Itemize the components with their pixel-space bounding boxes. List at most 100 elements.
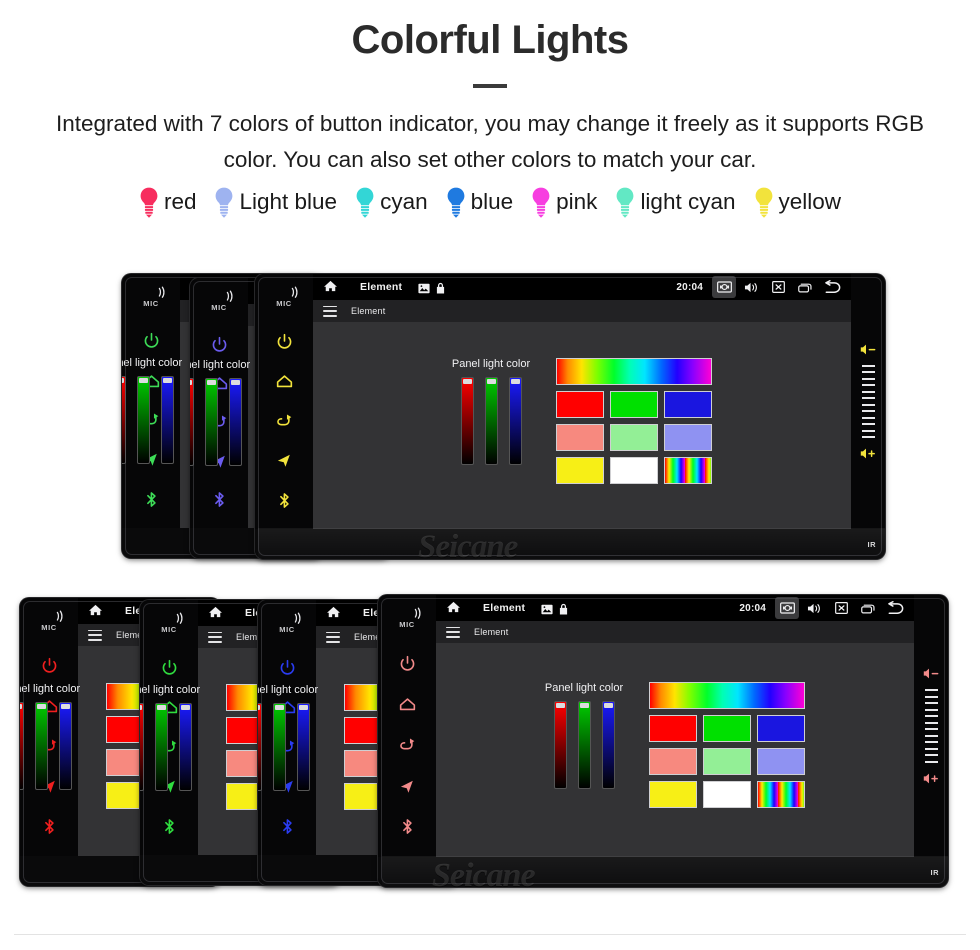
slider-knob[interactable] [258, 704, 260, 710]
status-home-icon[interactable] [445, 599, 463, 617]
volume-button[interactable] [802, 597, 826, 619]
status-home-icon[interactable] [207, 604, 225, 622]
green-slider[interactable] [154, 702, 168, 791]
slider-knob[interactable] [60, 704, 70, 709]
slider-knob[interactable] [180, 704, 190, 710]
close-button[interactable] [766, 276, 790, 298]
screenshot-button[interactable] [775, 597, 799, 619]
green-slider[interactable] [136, 376, 150, 464]
power-key[interactable] [275, 333, 294, 352]
green-slider[interactable] [577, 701, 591, 789]
close-button[interactable] [829, 597, 853, 619]
status-home-icon[interactable] [325, 604, 343, 622]
slider-knob[interactable] [462, 378, 472, 384]
color-swatch[interactable] [649, 715, 698, 742]
color-swatch[interactable] [757, 715, 806, 742]
blue-slider[interactable] [508, 376, 522, 465]
power-key[interactable] [398, 655, 417, 674]
slider-knob[interactable] [156, 704, 166, 710]
color-swatch[interactable] [649, 748, 698, 775]
slider-knob[interactable] [555, 703, 565, 708]
red-slider[interactable] [553, 701, 567, 789]
slider-knob[interactable] [298, 704, 308, 710]
slider-knob[interactable] [162, 378, 172, 383]
volume-button[interactable] [739, 276, 763, 298]
color-swatch[interactable] [703, 748, 752, 775]
slider-knob[interactable] [230, 380, 240, 385]
red-slider[interactable] [20, 702, 24, 790]
color-swatch[interactable] [664, 456, 713, 484]
blue-slider[interactable] [58, 702, 72, 790]
red-slider[interactable] [122, 376, 126, 464]
hamburger-icon[interactable] [446, 626, 460, 638]
color-swatch[interactable] [757, 748, 806, 775]
slider-knob[interactable] [36, 704, 46, 709]
slider-knob[interactable] [274, 704, 284, 710]
color-swatch[interactable] [664, 423, 713, 451]
bluetooth-key[interactable] [275, 491, 294, 510]
recents-button[interactable] [793, 276, 817, 298]
slider-knob[interactable] [579, 703, 589, 708]
recents-button[interactable] [856, 597, 880, 619]
status-home-icon[interactable] [87, 602, 105, 620]
slider-knob[interactable] [486, 378, 496, 384]
hamburger-icon[interactable] [88, 629, 102, 641]
volume-up-icon[interactable] [860, 447, 877, 460]
color-swatch[interactable] [649, 781, 698, 808]
color-swatch[interactable] [703, 781, 752, 808]
red-slider[interactable] [258, 702, 262, 791]
volume-up-icon[interactable] [923, 772, 940, 785]
back-button[interactable] [883, 597, 907, 619]
return-key[interactable] [398, 736, 417, 755]
color-swatch[interactable] [757, 781, 806, 808]
color-swatch[interactable] [610, 423, 659, 451]
blue-slider[interactable] [296, 702, 310, 791]
power-key[interactable] [142, 332, 161, 351]
green-slider[interactable] [204, 378, 218, 466]
slider-knob[interactable] [510, 378, 520, 384]
spectrum-swatch[interactable] [649, 682, 806, 709]
device-yellow[interactable]: MICRES Element 20:04 Element Panel light col… [255, 274, 885, 559]
hamburger-icon[interactable] [208, 631, 222, 643]
slider-knob[interactable] [190, 380, 192, 385]
blue-slider[interactable] [228, 378, 242, 466]
red-slider[interactable] [460, 376, 474, 465]
spectrum-swatch[interactable] [556, 357, 713, 385]
navigation-key[interactable] [398, 777, 417, 796]
power-key[interactable] [160, 659, 179, 678]
volume-tick-marks[interactable] [861, 364, 875, 439]
blue-slider[interactable] [601, 701, 615, 789]
hamburger-icon[interactable] [326, 631, 340, 643]
bluetooth-key[interactable] [40, 817, 59, 836]
power-key[interactable] [210, 336, 229, 355]
device-pink[interactable]: MICRES Element 20:04 Element Panel light col… [378, 595, 948, 887]
back-button[interactable] [820, 276, 844, 298]
slider-knob[interactable] [122, 378, 124, 383]
screenshot-button[interactable] [712, 276, 736, 298]
volume-down-icon[interactable] [923, 667, 940, 680]
color-swatch[interactable] [610, 390, 659, 418]
color-swatch[interactable] [610, 456, 659, 484]
home-key[interactable] [398, 695, 417, 714]
hamburger-icon[interactable] [323, 305, 337, 317]
slider-knob[interactable] [206, 380, 216, 385]
volume-down-icon[interactable] [860, 343, 877, 356]
power-key[interactable] [278, 659, 297, 678]
volume-tick-marks[interactable] [924, 689, 938, 763]
red-slider[interactable] [190, 378, 194, 466]
power-key[interactable] [40, 657, 59, 676]
color-swatch[interactable] [703, 715, 752, 742]
device-screen[interactable]: Element 20:04 Element Panel light color [313, 274, 851, 529]
red-slider[interactable] [140, 702, 144, 791]
home-key[interactable] [275, 372, 294, 391]
color-swatch[interactable] [556, 423, 605, 451]
slider-knob[interactable] [20, 704, 22, 709]
status-home-icon[interactable] [322, 278, 340, 296]
return-key[interactable] [275, 412, 294, 431]
blue-slider[interactable] [160, 376, 174, 464]
green-slider[interactable] [272, 702, 286, 791]
slider-knob[interactable] [140, 704, 142, 710]
green-slider[interactable] [34, 702, 48, 790]
color-swatch[interactable] [556, 456, 605, 484]
slider-knob[interactable] [138, 378, 148, 383]
